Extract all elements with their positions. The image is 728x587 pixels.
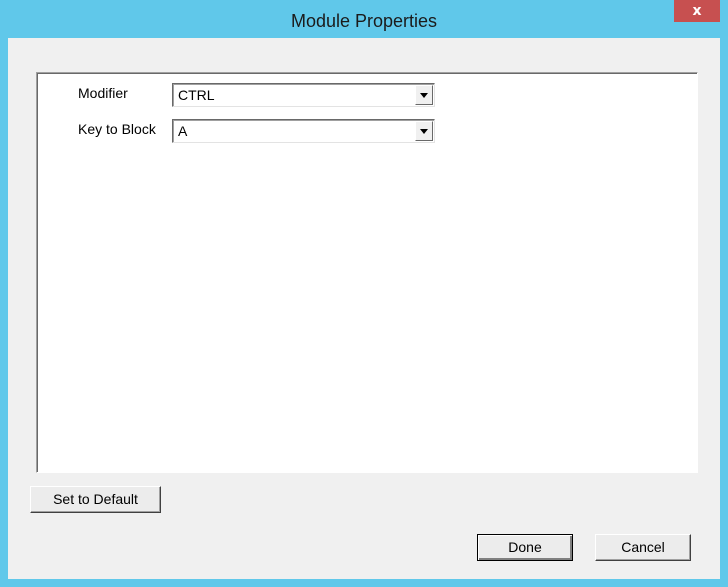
done-button[interactable]: Done [477,534,573,561]
chevron-down-icon[interactable] [415,85,433,105]
modifier-value: CTRL [178,87,215,103]
properties-panel: Modifier CTRL Key to Block A [36,72,698,473]
key-to-block-value: A [178,123,188,139]
key-to-block-label: Key to Block [78,121,156,137]
dialog-client-area: Modifier CTRL Key to Block A Set to Defa… [8,38,720,579]
window-title: Module Properties [290,11,438,31]
modifier-label: Modifier [78,85,128,101]
key-to-block-dropdown[interactable]: A [172,119,435,143]
chevron-down-icon[interactable] [415,121,433,141]
close-icon: x [692,3,702,19]
set-to-default-button[interactable]: Set to Default [30,486,161,513]
module-properties-dialog: Module Properties x Modifier CTRL Key to… [0,0,728,587]
cancel-button[interactable]: Cancel [595,534,691,561]
modifier-dropdown[interactable]: CTRL [172,83,435,107]
title-bar[interactable]: Module Properties x [0,0,728,38]
close-button[interactable]: x [674,0,720,22]
